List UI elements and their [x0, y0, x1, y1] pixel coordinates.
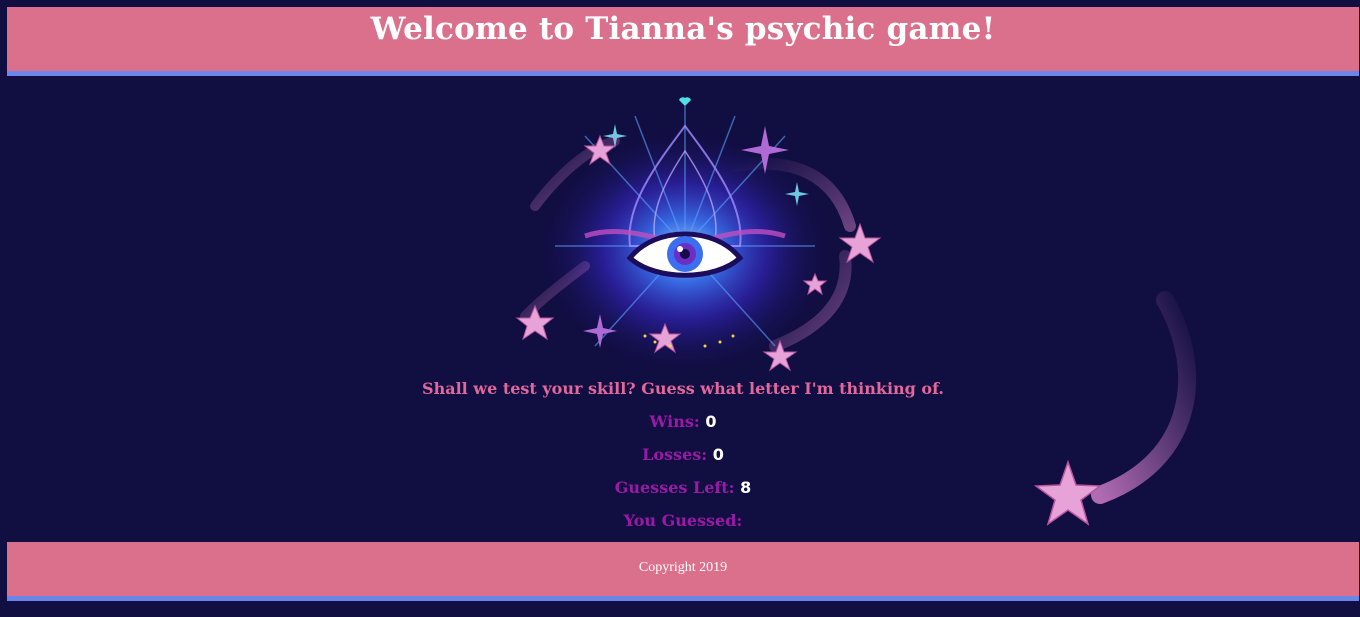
wins-row: Wins: 0	[0, 411, 1360, 444]
guesses-left-label: Guesses Left:	[614, 478, 735, 497]
copyright-text: Copyright 2019	[638, 560, 728, 575]
guesses-left-row: Guesses Left: 8	[0, 477, 1360, 510]
game-page: Welcome to Tianna's psychic game! Shall …	[0, 0, 1360, 617]
header-bar: Welcome to Tianna's psychic game!	[7, 7, 1359, 76]
game-panel: Shall we test your skill? Guess what let…	[0, 378, 1360, 543]
wins-value: 0	[705, 412, 717, 431]
you-guessed-row: You Guessed:	[0, 510, 1360, 543]
you-guessed-label: You Guessed:	[623, 511, 743, 530]
losses-label: Losses:	[642, 445, 708, 464]
losses-row: Losses: 0	[0, 444, 1360, 477]
losses-value: 0	[712, 445, 724, 464]
wins-label: Wins:	[649, 412, 700, 431]
game-prompt: Shall we test your skill? Guess what let…	[422, 379, 944, 398]
footer-bar: Copyright 2019	[7, 542, 1359, 601]
page-title: Welcome to Tianna's psychic game!	[370, 11, 996, 47]
third-eye-icon	[515, 97, 882, 372]
guesses-left-value: 8	[740, 478, 752, 497]
